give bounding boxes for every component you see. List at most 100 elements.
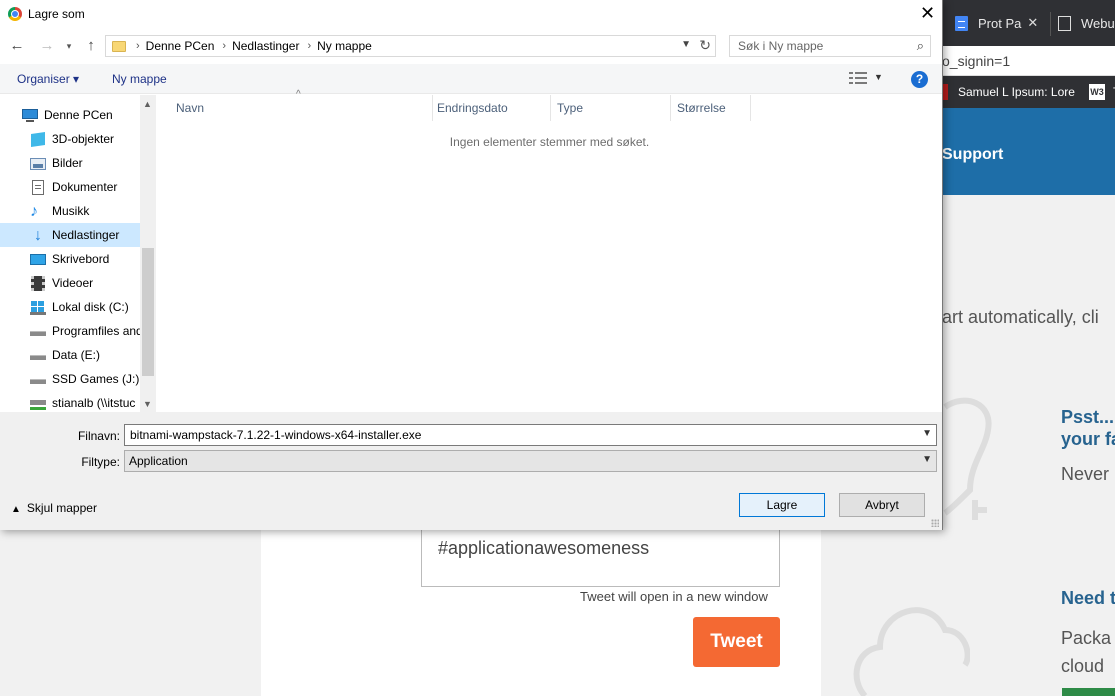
green-button-edge[interactable] bbox=[1062, 688, 1115, 696]
tweet-button[interactable]: Tweet bbox=[693, 617, 780, 667]
sidebar-item-label: SSD Games (J:) bbox=[52, 372, 140, 386]
browser-address-bar[interactable]: o_signin=1 bbox=[942, 46, 1115, 76]
hide-folders-label: Skjul mapper bbox=[26, 501, 97, 515]
command-bar: Organiser ▾ Ny mappe ▼ ? bbox=[0, 64, 942, 94]
filetype-value: Application bbox=[129, 454, 188, 468]
documents-icon bbox=[30, 179, 46, 195]
cancel-button[interactable]: Avbryt bbox=[839, 493, 925, 517]
sidebar-item-label: 3D-objekter bbox=[52, 132, 115, 146]
save-as-dialog: Lagre som ✕ ← → ▾ ↑ › Denne PCen › Nedla… bbox=[0, 0, 943, 530]
sidebar-item-documents[interactable]: Dokumenter bbox=[0, 175, 140, 199]
file-list[interactable]: ^ Navn Endringsdato Type Størrelse Ingen… bbox=[157, 89, 942, 412]
view-options-icon[interactable] bbox=[849, 71, 867, 85]
breadcrumb-separator-icon[interactable]: › bbox=[307, 40, 311, 52]
browser-tab[interactable]: Prot Pa ✕ bbox=[955, 8, 1049, 38]
bookmark-item[interactable]: Samuel L Ipsum: Lore bbox=[958, 85, 1075, 99]
filetype-dropdown-chevron-icon[interactable]: ▼ bbox=[922, 454, 932, 465]
column-header-type[interactable]: Type bbox=[552, 95, 671, 121]
filename-dropdown-chevron-icon[interactable]: ▼ bbox=[922, 428, 932, 439]
package-text: Packa cloud bbox=[1061, 628, 1112, 676]
sidebar-item-programfiles[interactable]: Programfiles and bbox=[0, 319, 140, 343]
sidebar-item-desktop[interactable]: Skrivebord bbox=[0, 247, 140, 271]
sidebar-item-label: Nedlastinger bbox=[52, 228, 120, 242]
cloud-icon bbox=[853, 607, 970, 696]
column-header-name[interactable]: Navn bbox=[171, 95, 433, 121]
search-icon[interactable]: ⌕ bbox=[917, 38, 924, 54]
3d-objects-icon bbox=[30, 131, 46, 147]
sidebar-item-local-disk-c[interactable]: Lokal disk (C:) bbox=[0, 295, 140, 319]
sidebar-item-label: Programfiles and bbox=[52, 324, 140, 338]
sidebar-item-music[interactable]: ♪ Musikk bbox=[0, 199, 140, 223]
address-history-chevron-icon[interactable]: ▼ bbox=[681, 39, 691, 50]
new-folder-button[interactable]: Ny mappe bbox=[112, 72, 167, 86]
bookmarks-bar: Samuel L Ipsum: Lore W3 T bbox=[942, 76, 1115, 108]
help-icon[interactable]: ? bbox=[911, 71, 928, 88]
organize-button[interactable]: Organiser ▾ bbox=[17, 72, 79, 86]
close-button[interactable]: ✕ bbox=[913, 0, 942, 28]
scroll-down-icon[interactable]: ▼ bbox=[143, 399, 152, 409]
sidebar-item-this-pc[interactable]: Denne PCen bbox=[0, 103, 140, 127]
resize-grip-icon[interactable] bbox=[931, 519, 939, 527]
filetype-select[interactable]: Application ▼ bbox=[124, 450, 937, 472]
hide-folders-button[interactable]: ▲ Skjul mapper bbox=[11, 501, 97, 515]
tab-divider bbox=[1050, 12, 1051, 36]
sidebar-item-videos[interactable]: Videoer bbox=[0, 271, 140, 295]
column-header-size[interactable]: Størrelse bbox=[672, 95, 751, 121]
breadcrumb-item[interactable]: Nedlastinger bbox=[232, 39, 299, 53]
sidebar-item-downloads[interactable]: ↓ Nedlastinger bbox=[0, 223, 140, 247]
dialog-titlebar[interactable]: Lagre som ✕ bbox=[0, 0, 942, 28]
navigation-row: ← → ▾ ↑ › Denne PCen › Nedlastinger › Ny… bbox=[0, 30, 942, 62]
back-button[interactable]: ← bbox=[7, 36, 27, 56]
scroll-up-icon[interactable]: ▲ bbox=[143, 99, 152, 109]
browser-tab-label: Webu bbox=[1081, 15, 1115, 31]
tweet-note: Tweet will open in a new window bbox=[580, 589, 768, 604]
filename-label: Filnavn: bbox=[77, 429, 120, 443]
forward-button[interactable]: → bbox=[37, 36, 57, 56]
view-dropdown-chevron-icon[interactable]: ▼ bbox=[874, 72, 883, 82]
docs-icon bbox=[955, 15, 968, 31]
browser-tab-label: Prot Pa bbox=[978, 15, 1022, 31]
computer-icon bbox=[22, 108, 38, 123]
up-button[interactable]: ↑ bbox=[81, 36, 101, 56]
music-icon: ♪ bbox=[30, 202, 38, 220]
network-drive-icon bbox=[30, 396, 46, 411]
never-text: Never bbox=[1061, 464, 1110, 484]
column-header-modified[interactable]: Endringsdato bbox=[432, 95, 551, 121]
browser-tab[interactable]: Webu bbox=[1058, 8, 1115, 38]
windows-drive-icon bbox=[30, 300, 46, 315]
filename-input[interactable] bbox=[125, 425, 915, 445]
sidebar-item-3d-objects[interactable]: 3D-objekter bbox=[0, 127, 140, 151]
w3schools-icon[interactable]: W3 bbox=[1088, 84, 1105, 100]
videos-icon bbox=[30, 275, 46, 291]
navigation-scrollbar[interactable]: ▲ ▼ bbox=[140, 95, 156, 412]
breadcrumb-separator-icon[interactable]: › bbox=[136, 40, 140, 52]
breadcrumb[interactable]: › Denne PCen › Nedlastinger › Ny mappe ▼… bbox=[105, 35, 716, 57]
nav-support-link[interactable]: Support bbox=[942, 146, 1003, 164]
sidebar-item-pictures[interactable]: Bilder bbox=[0, 151, 140, 175]
search-input[interactable] bbox=[731, 37, 907, 55]
sidebar-item-label: Denne PCen bbox=[44, 108, 113, 122]
breadcrumb-item[interactable]: Ny mappe bbox=[317, 39, 372, 53]
recent-locations-chevron-icon[interactable]: ▾ bbox=[61, 36, 77, 56]
sidebar-item-data-e[interactable]: Data (E:) bbox=[0, 343, 140, 367]
folder-icon bbox=[112, 40, 126, 52]
save-button[interactable]: Lagre bbox=[739, 493, 825, 517]
page-icon bbox=[1058, 15, 1071, 31]
breadcrumb-item[interactable]: Denne PCen bbox=[146, 39, 215, 53]
sidebar-item-network-drive[interactable]: stianalb (\\itstuc bbox=[0, 391, 140, 412]
breadcrumb-separator-icon[interactable]: › bbox=[222, 40, 226, 52]
search-box[interactable]: ⌕ bbox=[729, 35, 931, 57]
refresh-icon[interactable]: ↻ bbox=[699, 37, 711, 54]
empty-message: Ingen elementer stemmer med søket. bbox=[449, 135, 650, 149]
dialog-title: Lagre som bbox=[28, 7, 85, 21]
tweet-textarea[interactable]: #applicationawesomeness bbox=[421, 530, 780, 587]
scrollbar-thumb[interactable] bbox=[142, 248, 154, 376]
psst-heading: Psst... your fa bbox=[1061, 407, 1115, 449]
filename-combobox[interactable]: ▼ bbox=[124, 424, 937, 446]
downloads-icon: ↓ bbox=[34, 226, 42, 244]
sidebar-item-ssd-games[interactable]: SSD Games (J:) bbox=[0, 367, 140, 391]
chevron-up-icon: ▲ bbox=[11, 504, 21, 515]
tab-close-icon[interactable]: ✕ bbox=[1027, 15, 1038, 31]
filetype-label: Filtype: bbox=[81, 455, 120, 469]
sidebar-item-label: Musikk bbox=[52, 204, 90, 218]
